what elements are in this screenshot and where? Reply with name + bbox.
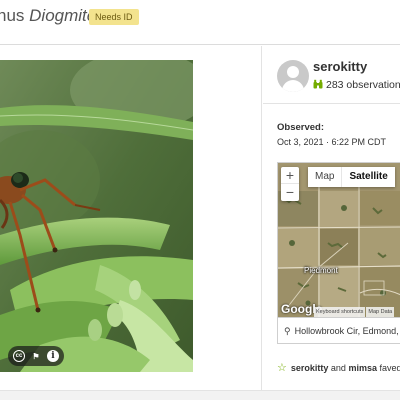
cc-license-icon[interactable]: cc — [13, 350, 25, 362]
observation-count-label: 283 observations — [326, 79, 400, 91]
flag-icon[interactable]: ⚑ — [30, 350, 42, 362]
location-text: ⚲ Hollowbrook Cir, Edmond, O — [277, 318, 400, 344]
observation-sidebar: serokitty 283 observations Observed: Oct… — [263, 46, 400, 390]
bottom-divider — [0, 390, 400, 400]
keyboard-shortcuts-link[interactable]: Keyboard shortcuts — [314, 307, 366, 317]
robber-fly-photo — [0, 60, 193, 372]
map-data-link[interactable]: Map Data — [366, 307, 395, 317]
fave-user-2[interactable]: mimsa — [348, 363, 377, 373]
map-type-satellite-button[interactable]: Satellite — [341, 167, 395, 187]
observer-username[interactable]: serokitty — [313, 59, 367, 74]
star-icon[interactable]: ☆ — [277, 362, 287, 374]
observation-header: nus Diogmites) Needs ID — [0, 0, 400, 45]
map-type-map-button[interactable]: Map — [308, 167, 342, 187]
avatar-head-shape — [287, 66, 299, 78]
title-prefix: nus — [0, 6, 30, 25]
faves-suffix: faved t — [379, 363, 400, 373]
location-map[interactable]: + − Map Satellite Piedmont Google Keyboa… — [277, 162, 400, 318]
fave-user-1[interactable]: serokitty — [291, 363, 329, 373]
quality-grade-badge: Needs ID — [89, 9, 139, 25]
observed-date: Oct 3, 2021 · 6:22 PM CDT — [277, 137, 387, 147]
map-type-control: Map Satellite — [308, 167, 395, 187]
observed-label: Observed: — [277, 122, 324, 133]
faves-row: ☆ serokitty and mimsa faved t — [277, 361, 400, 374]
zoom-out-button[interactable]: − — [281, 184, 299, 201]
avatar-body-shape — [282, 80, 304, 92]
map-pin-icon: ⚲ — [284, 326, 291, 336]
avatar[interactable] — [277, 60, 309, 92]
binoculars-icon — [313, 79, 323, 89]
map-zoom-control: + − — [281, 167, 299, 201]
faves-and: and — [328, 363, 349, 373]
photo-pane: cc ⚑ i — [0, 46, 262, 390]
map-footer: Keyboard shortcuts Map Data — [314, 307, 395, 317]
observation-count[interactable]: 283 observations — [313, 79, 400, 91]
location-label: Hollowbrook Cir, Edmond, O — [294, 326, 400, 336]
zoom-in-button[interactable]: + — [281, 167, 299, 184]
observation-photo[interactable]: cc ⚑ i — [0, 60, 193, 372]
photo-toolbar: cc ⚑ i — [8, 346, 64, 366]
observer-block: serokitty 283 observations — [263, 46, 400, 104]
info-icon[interactable]: i — [47, 350, 59, 362]
map-place-label: Piedmont — [304, 266, 338, 275]
